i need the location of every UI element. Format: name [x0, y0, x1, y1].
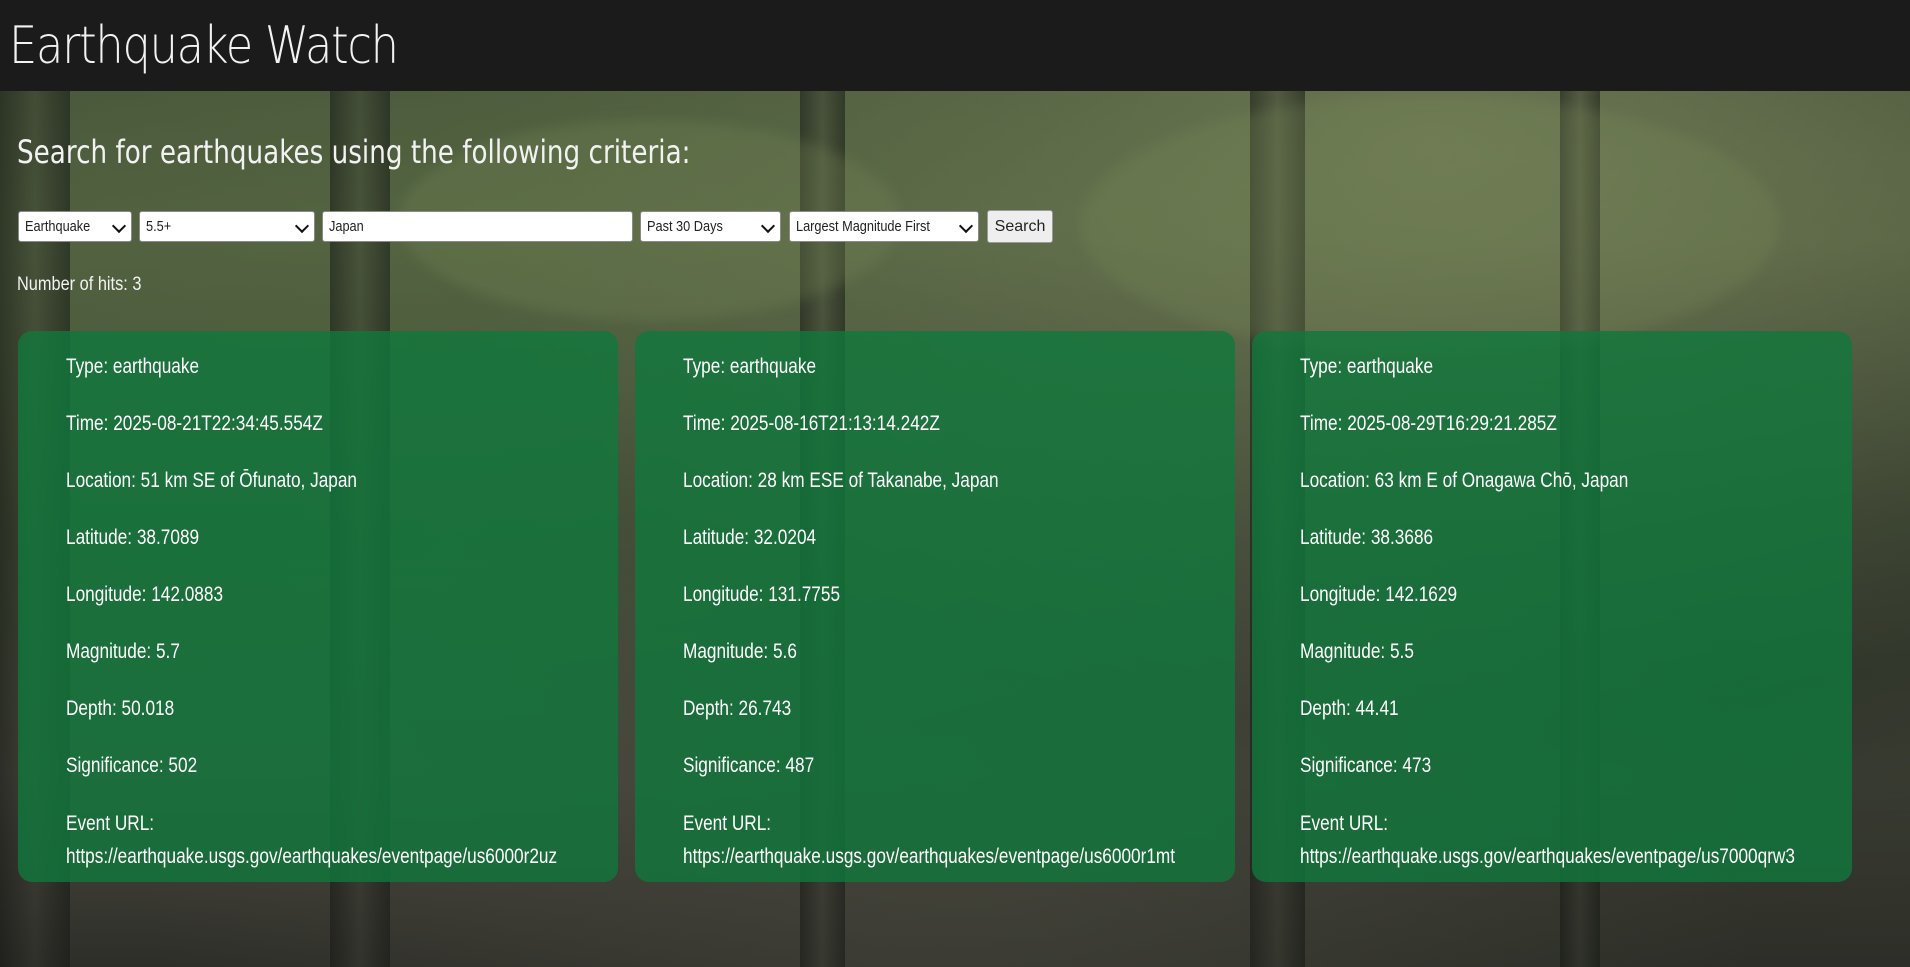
card-magnitude: Magnitude: 5.6: [683, 640, 797, 663]
event-url-link[interactable]: https://earthquake.usgs.gov/earthquakes/…: [66, 840, 557, 873]
event-type-select[interactable]: Earthquake: [18, 211, 132, 242]
event-url-link[interactable]: https://earthquake.usgs.gov/earthquakes/…: [1300, 840, 1795, 873]
card-depth: Depth: 26.743: [683, 697, 792, 720]
card-time: Time: 2025-08-21T22:34:45.554Z: [66, 412, 323, 435]
card-event-url-label: Event URL:: [1300, 812, 1389, 835]
card-significance: Significance: 487: [683, 754, 815, 777]
card-type: Type: earthquake: [66, 355, 200, 378]
sort-order-value: Largest Magnitude First: [796, 218, 930, 235]
card-significance: Significance: 502: [66, 754, 198, 777]
chevron-down-icon: [760, 218, 776, 234]
card-location: Location: 63 km E of Onagawa Chō, Japan: [1300, 469, 1629, 492]
earthquake-card: Type: earthquake Time: 2025-08-21T22:34:…: [18, 331, 618, 882]
magnitude-value: 5.5+: [146, 218, 172, 235]
card-event-url-label: Event URL:: [683, 812, 772, 835]
card-longitude: Longitude: 131.7755: [683, 583, 841, 606]
card-latitude: Latitude: 38.3686: [1300, 526, 1434, 549]
event-url-link[interactable]: https://earthquake.usgs.gov/earthquakes/…: [683, 840, 1175, 873]
card-event-url: Event URL: https://earthquake.usgs.gov/e…: [66, 807, 557, 873]
earthquake-card: Type: earthquake Time: 2025-08-29T16:29:…: [1252, 331, 1852, 882]
card-depth: Depth: 44.41: [1300, 697, 1399, 720]
magnitude-select[interactable]: 5.5+: [139, 211, 315, 242]
time-range-select[interactable]: Past 30 Days: [640, 211, 781, 242]
card-type: Type: earthquake: [1300, 355, 1434, 378]
card-type: Type: earthquake: [683, 355, 817, 378]
background-scenery: [1080, 95, 1780, 355]
card-event-url: Event URL: https://earthquake.usgs.gov/e…: [683, 807, 1175, 873]
card-magnitude: Magnitude: 5.5: [1300, 640, 1414, 663]
app-header: Earthquake Watch: [0, 0, 1910, 91]
card-time: Time: 2025-08-29T16:29:21.285Z: [1300, 412, 1557, 435]
card-event-url: Event URL: https://earthquake.usgs.gov/e…: [1300, 807, 1795, 873]
event-type-value: Earthquake: [25, 218, 91, 235]
search-button[interactable]: Search: [987, 210, 1053, 243]
card-magnitude: Magnitude: 5.7: [66, 640, 180, 663]
card-longitude: Longitude: 142.0883: [66, 583, 224, 606]
app-title: Earthquake Watch: [9, 16, 399, 76]
card-significance: Significance: 473: [1300, 754, 1432, 777]
search-heading: Search for earthquakes using the followi…: [17, 133, 691, 171]
location-input-value: Japan: [329, 218, 364, 235]
card-depth: Depth: 50.018: [66, 697, 175, 720]
card-time: Time: 2025-08-16T21:13:14.242Z: [683, 412, 940, 435]
card-latitude: Latitude: 32.0204: [683, 526, 817, 549]
chevron-down-icon: [294, 218, 310, 234]
chevron-down-icon: [111, 218, 127, 234]
sort-order-select[interactable]: Largest Magnitude First: [789, 211, 979, 242]
card-event-url-label: Event URL:: [66, 812, 155, 835]
earthquake-card: Type: earthquake Time: 2025-08-16T21:13:…: [635, 331, 1235, 882]
location-input[interactable]: Japan: [322, 211, 633, 242]
hits-count: Number of hits: 3: [17, 274, 142, 295]
card-longitude: Longitude: 142.1629: [1300, 583, 1458, 606]
time-range-value: Past 30 Days: [647, 218, 723, 235]
card-latitude: Latitude: 38.7089: [66, 526, 200, 549]
card-location: Location: 51 km SE of Ōfunato, Japan: [66, 469, 358, 492]
chevron-down-icon: [958, 218, 974, 234]
card-location: Location: 28 km ESE of Takanabe, Japan: [683, 469, 999, 492]
